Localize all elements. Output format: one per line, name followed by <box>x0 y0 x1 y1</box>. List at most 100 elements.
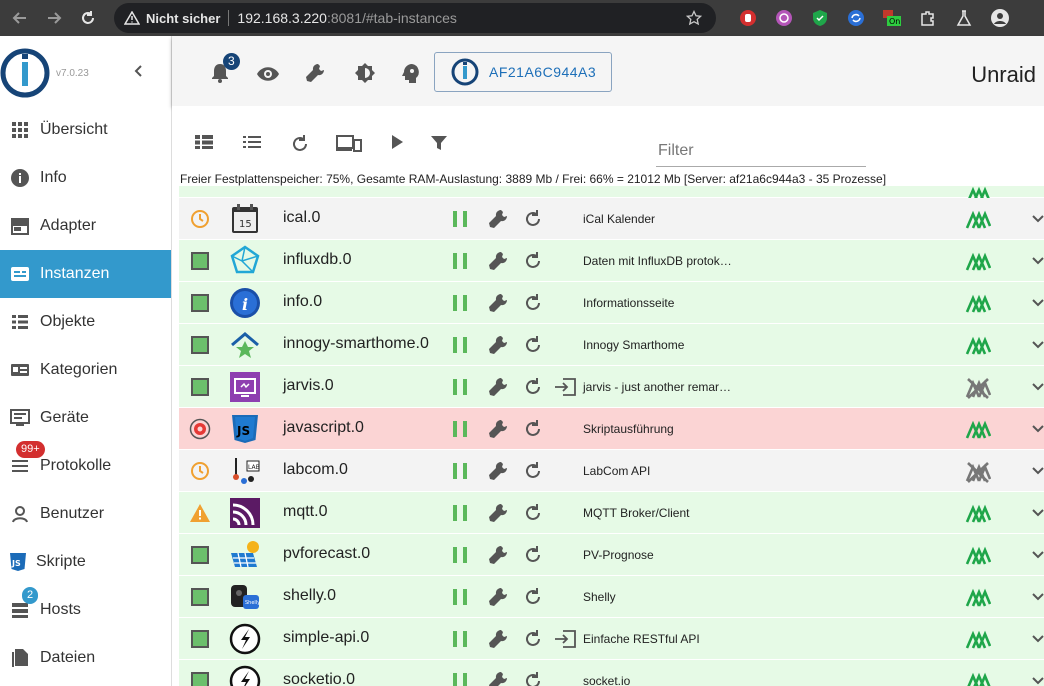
eye-icon[interactable] <box>256 66 280 82</box>
pause-icon[interactable] <box>453 211 467 227</box>
chevron-down-icon[interactable] <box>1031 338 1044 352</box>
table-row[interactable]: socketio.0 socket.io <box>179 660 1044 686</box>
schedule-icon[interactable] <box>189 460 211 482</box>
status-running-icon[interactable] <box>189 586 211 608</box>
sidebar-item-objekte[interactable]: Objekte <box>0 298 171 346</box>
chevron-down-icon[interactable] <box>1031 548 1044 562</box>
warning-icon[interactable] <box>189 502 211 524</box>
refresh-icon[interactable] <box>290 134 310 154</box>
warning-icon[interactable] <box>124 11 140 25</box>
wrench-icon[interactable] <box>487 418 509 440</box>
table-row[interactable]: innogy-smarthome.0 Innogy Smarthome <box>179 324 1044 366</box>
wrench-icon[interactable] <box>487 628 509 650</box>
sidebar-item-dateien[interactable]: Dateien <box>0 634 171 682</box>
sidebar-item-geraete[interactable]: Geräte <box>0 394 171 442</box>
wrench-icon[interactable] <box>487 334 509 356</box>
view-list-icon[interactable] <box>242 134 262 150</box>
status-running-icon[interactable] <box>189 292 211 314</box>
wrench-icon[interactable] <box>487 544 509 566</box>
wrench-icon[interactable] <box>487 250 509 272</box>
iobroker-logo[interactable] <box>0 48 50 98</box>
chevron-down-icon[interactable] <box>1031 296 1044 310</box>
pause-icon[interactable] <box>453 379 467 395</box>
expert-mode-icon[interactable] <box>400 62 422 84</box>
insecure-label[interactable]: Nicht sicher <box>146 11 220 26</box>
back-button[interactable] <box>6 4 34 32</box>
restart-icon[interactable] <box>523 377 543 397</box>
puzzle-icon[interactable] <box>910 6 946 30</box>
table-row[interactable]: 15 ical.0 iCal Kalender <box>179 198 1044 240</box>
restart-icon[interactable] <box>523 629 543 649</box>
restart-icon[interactable] <box>523 587 543 607</box>
pause-icon[interactable] <box>453 253 467 269</box>
status-running-icon[interactable] <box>189 670 211 686</box>
profile-icon[interactable] <box>982 6 1018 30</box>
sidebar-item-adapter[interactable]: Adapter <box>0 202 171 250</box>
table-row[interactable]: simple-api.0 Einfache RESTful API <box>179 618 1044 660</box>
sidebar-item-uebersicht[interactable]: Übersicht <box>0 106 171 154</box>
restart-icon[interactable] <box>523 503 543 523</box>
chevron-down-icon[interactable] <box>1031 422 1044 436</box>
forward-button[interactable] <box>40 4 68 32</box>
chevron-down-icon[interactable] <box>1031 212 1044 226</box>
reload-button[interactable] <box>74 4 102 32</box>
pause-icon[interactable] <box>453 505 467 521</box>
sidebar-item-info[interactable]: Info <box>0 154 171 202</box>
status-running-icon[interactable] <box>189 544 211 566</box>
error-icon[interactable] <box>189 418 211 440</box>
table-row[interactable]: i info.0 Informationsseite <box>179 282 1044 324</box>
open-link-icon[interactable] <box>553 630 577 648</box>
status-running-icon[interactable] <box>189 376 211 398</box>
sidebar-item-hosts[interactable]: Hosts 2 <box>0 586 171 634</box>
pause-icon[interactable] <box>453 421 467 437</box>
bookmark-star-icon[interactable] <box>686 10 702 26</box>
address-bar[interactable]: Nicht sicher 192.168.3.220 :8081/#tab-in… <box>114 3 716 33</box>
chevron-down-icon[interactable] <box>1031 590 1044 604</box>
table-row[interactable]: jarvis.0 jarvis - just another remar… <box>179 366 1044 408</box>
restart-icon[interactable] <box>523 293 543 313</box>
host-selector[interactable]: AF21A6C944A3 <box>434 52 612 92</box>
theme-icon[interactable] <box>354 62 376 84</box>
wrench-icon[interactable] <box>487 586 509 608</box>
wrench-icon[interactable] <box>487 460 509 482</box>
restart-icon[interactable] <box>523 671 543 686</box>
adblock-icon[interactable] <box>730 6 766 30</box>
chevron-down-icon[interactable] <box>1031 464 1044 478</box>
table-row[interactable]: Shelly shelly.0 Shelly <box>179 576 1044 618</box>
pause-icon[interactable] <box>453 295 467 311</box>
restart-icon[interactable] <box>523 335 543 355</box>
table-row[interactable]: LAB labcom.0 LabCom API <box>179 450 1044 492</box>
shield-icon[interactable] <box>802 6 838 30</box>
chevron-down-icon[interactable] <box>1031 254 1044 268</box>
sidebar-item-skripte[interactable]: JS Skripte <box>0 538 171 586</box>
sidebar-item-benutzer[interactable]: Benutzer <box>0 490 171 538</box>
sidebar-item-kategorien[interactable]: Kategorien <box>0 346 171 394</box>
wrench-icon[interactable] <box>487 670 509 686</box>
filter-icon[interactable] <box>430 134 448 152</box>
restart-icon[interactable] <box>523 545 543 565</box>
schedule-icon[interactable] <box>189 208 211 230</box>
sidebar-item-protokolle[interactable]: Protokolle 99+ <box>0 441 171 490</box>
sync-extension-icon[interactable] <box>838 6 874 30</box>
helm-icon[interactable] <box>766 6 802 30</box>
wrench-icon[interactable] <box>304 62 326 84</box>
chevron-down-icon[interactable] <box>1031 674 1044 686</box>
restart-icon[interactable] <box>523 251 543 271</box>
pause-icon[interactable] <box>453 673 467 686</box>
status-running-icon[interactable] <box>189 250 211 272</box>
pause-icon[interactable] <box>453 547 467 563</box>
flask-icon[interactable] <box>946 6 982 30</box>
chevron-left-icon[interactable] <box>132 64 146 78</box>
pause-icon[interactable] <box>453 463 467 479</box>
wrench-icon[interactable] <box>487 502 509 524</box>
chevron-down-icon[interactable] <box>1031 506 1044 520</box>
table-row[interactable]: influxdb.0 Daten mit InfluxDB protok… <box>179 240 1044 282</box>
restart-icon[interactable] <box>523 461 543 481</box>
chevron-down-icon[interactable] <box>1031 632 1044 646</box>
chevron-down-icon[interactable] <box>1031 380 1044 394</box>
status-running-icon[interactable] <box>189 334 211 356</box>
wrench-icon[interactable] <box>487 208 509 230</box>
open-link-icon[interactable] <box>553 378 577 396</box>
pause-icon[interactable] <box>453 631 467 647</box>
play-icon[interactable] <box>390 134 404 150</box>
